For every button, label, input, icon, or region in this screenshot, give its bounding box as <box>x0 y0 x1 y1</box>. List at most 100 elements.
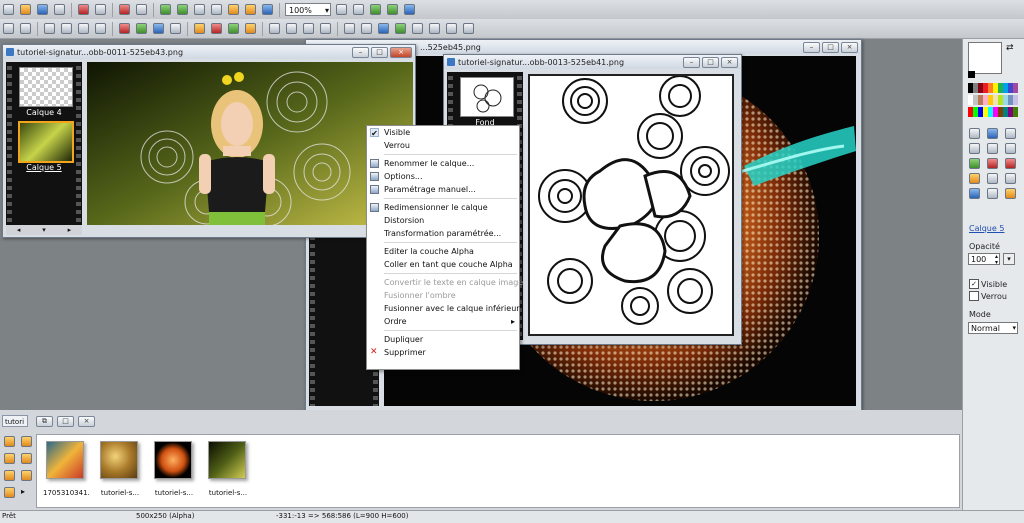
layer-thumb-calque5[interactable] <box>18 121 74 163</box>
menu-item[interactable]: ✔ Visible <box>367 126 519 139</box>
color-palette[interactable] <box>968 83 1023 119</box>
folder-tree-icon[interactable] <box>21 453 32 464</box>
nav-down-icon[interactable]: ▾ <box>42 225 46 235</box>
layer-thumb-calque4[interactable] <box>19 67 73 107</box>
brightness-icon[interactable] <box>286 23 297 34</box>
palette-swatch[interactable] <box>1013 83 1018 93</box>
levels-icon[interactable] <box>170 23 181 34</box>
color-balance-icon[interactable] <box>136 23 147 34</box>
lock-checkbox-row[interactable]: Verrou <box>969 291 1007 301</box>
print-icon[interactable] <box>78 4 89 15</box>
chevron-down-icon[interactable]: ▾ <box>1012 323 1016 334</box>
clone-tool-icon[interactable] <box>987 173 998 184</box>
monitor-icon[interactable] <box>378 23 389 34</box>
zoom-select[interactable]: 100% <box>285 3 331 17</box>
smudge-tool-icon[interactable] <box>987 188 998 199</box>
maximize-button[interactable]: □ <box>822 42 839 53</box>
minimize-button[interactable]: – <box>352 47 369 58</box>
fullscreen-icon[interactable] <box>404 4 415 15</box>
batch-icon[interactable] <box>463 23 474 34</box>
expand-arrow-icon[interactable]: ▸ <box>21 487 34 498</box>
stamp-tool-icon[interactable] <box>1005 173 1016 184</box>
window-titlebar[interactable]: tutoriel-signatur...obb-0011-525eb43.png… <box>3 45 415 59</box>
opacity-field[interactable]: 100 ▴ ▾ <box>968 253 1000 266</box>
hand-tool-icon[interactable] <box>1005 128 1016 139</box>
menu-item[interactable]: Dupliquer <box>367 333 519 346</box>
sharpen-icon[interactable] <box>303 23 314 34</box>
fill-tool-icon[interactable] <box>969 158 980 169</box>
gradient-icon[interactable] <box>395 23 406 34</box>
histogram-icon[interactable] <box>153 23 164 34</box>
undo-icon[interactable] <box>119 4 130 15</box>
maximize-button[interactable]: □ <box>371 47 388 58</box>
deselect-icon[interactable] <box>20 23 31 34</box>
image-canvas[interactable] <box>528 74 734 336</box>
menu-item[interactable]: Transformation paramétrée... <box>367 227 519 240</box>
opacity-spinner-icon[interactable]: ▴ ▾ <box>995 254 998 266</box>
selection-icon[interactable] <box>3 23 14 34</box>
contrast-icon[interactable] <box>269 23 280 34</box>
print-preview-icon[interactable] <box>429 23 440 34</box>
zoom-out-icon[interactable] <box>353 4 364 15</box>
pencil-tool-icon[interactable] <box>1005 143 1016 154</box>
menu-item[interactable]: Paramétrage manuel... <box>367 183 519 196</box>
close-button[interactable]: × <box>841 42 858 53</box>
visible-checkbox[interactable]: ✓ <box>969 279 979 289</box>
redo-icon[interactable] <box>136 4 147 15</box>
image-canvas[interactable] <box>87 62 413 225</box>
menu-item[interactable]: Fusionner avec le calque inférieur <box>367 302 520 315</box>
blur-icon[interactable] <box>320 23 331 34</box>
thumbnail-item[interactable]: tutoriel-s... <box>97 441 143 503</box>
layer-thumb-fond[interactable] <box>460 77 514 117</box>
copy-icon[interactable] <box>160 4 171 15</box>
flip-h-icon[interactable] <box>78 23 89 34</box>
export-icon[interactable] <box>446 23 457 34</box>
filters-icon[interactable] <box>245 23 256 34</box>
folder-tree-icon[interactable] <box>21 470 32 481</box>
flip-v-icon[interactable] <box>95 23 106 34</box>
save-all-icon[interactable] <box>54 4 65 15</box>
opacity-slider-button[interactable]: ▾ <box>1003 253 1015 265</box>
frame-icon[interactable] <box>412 23 423 34</box>
text-tool-icon[interactable] <box>211 4 222 15</box>
thumbnail-item[interactable]: 1705310341... <box>43 441 89 503</box>
image-icon[interactable] <box>262 4 273 15</box>
minimize-button[interactable]: – <box>803 42 820 53</box>
paste-icon[interactable] <box>177 4 188 15</box>
thumbnail-item[interactable]: tutoriel-s... <box>205 441 251 503</box>
canvas-size-icon[interactable] <box>211 23 222 34</box>
picture-tool-icon[interactable] <box>1005 188 1016 199</box>
actual-size-icon[interactable] <box>387 4 398 15</box>
rotate-right-icon[interactable] <box>61 23 72 34</box>
spray-tool-icon[interactable] <box>987 158 998 169</box>
browser-tab[interactable]: tutori <box>2 415 28 427</box>
pointer-tool-icon[interactable] <box>969 128 980 139</box>
effects-icon[interactable] <box>228 23 239 34</box>
folder-tree-icon[interactable] <box>4 487 15 498</box>
magic-wand-tool-icon[interactable] <box>987 143 998 154</box>
lock-checkbox[interactable] <box>969 291 979 301</box>
zoom-in-icon[interactable] <box>336 4 347 15</box>
emboss-icon[interactable] <box>344 23 355 34</box>
menu-item[interactable]: Editer la couche Alpha <box>367 245 519 258</box>
new-file-icon[interactable] <box>3 4 14 15</box>
menu-item[interactable]: Ordre ▸ <box>367 315 519 328</box>
palette-swatch[interactable] <box>1013 95 1018 105</box>
menu-item[interactable]: Coller en tant que couche Alpha <box>367 258 519 271</box>
color-selector[interactable]: ⇄ <box>968 42 1018 82</box>
close-button[interactable]: × <box>390 47 412 58</box>
crop-icon[interactable] <box>194 4 205 15</box>
fill-icon[interactable] <box>245 4 256 15</box>
folder-tree-icon[interactable] <box>21 436 32 447</box>
fit-window-icon[interactable] <box>370 4 381 15</box>
brush-icon[interactable] <box>228 4 239 15</box>
menu-item[interactable]: Redimensionner le calque <box>367 201 519 214</box>
swap-colors-icon[interactable]: ⇄ <box>1006 43 1014 53</box>
nav-right-icon[interactable]: ▸ <box>68 225 72 235</box>
background-color-swatch[interactable] <box>968 42 1002 74</box>
save-icon[interactable] <box>37 4 48 15</box>
folder-tree-icon[interactable] <box>4 470 15 481</box>
menu-item[interactable]: Distorsion <box>367 214 519 227</box>
mode-select[interactable]: Normal ▾ <box>968 322 1018 334</box>
menu-item[interactable]: Options... <box>367 170 519 183</box>
